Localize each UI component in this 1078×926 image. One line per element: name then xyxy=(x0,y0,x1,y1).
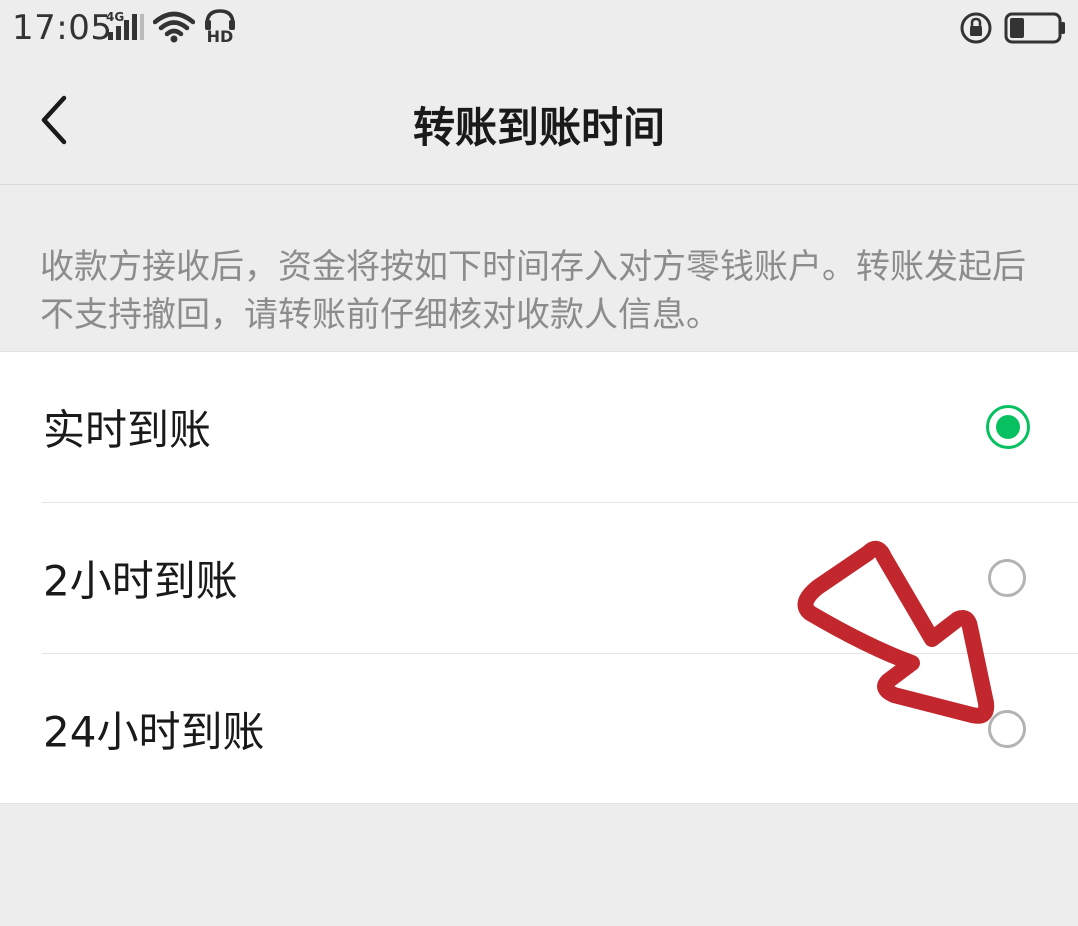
option-label: 2小时到账 xyxy=(43,556,238,606)
option-2-hours[interactable]: 2小时到账 xyxy=(0,503,1078,653)
radio-unselected-icon[interactable] xyxy=(988,559,1026,597)
option-label: 24小时到账 xyxy=(43,707,265,757)
option-realtime[interactable]: 实时到账 xyxy=(0,352,1078,502)
option-label: 实时到账 xyxy=(43,405,212,455)
option-24-hours[interactable]: 24小时到账 xyxy=(0,654,1078,804)
radio-selected-icon[interactable] xyxy=(986,405,1030,449)
status-time: 17:05 xyxy=(12,8,113,48)
svg-text:HD: HD xyxy=(207,27,234,44)
battery-icon xyxy=(1004,12,1065,44)
radio-unselected-icon[interactable] xyxy=(988,710,1026,748)
signal-4g-icon: 4G xyxy=(106,10,146,44)
page-title: 转账到账时间 xyxy=(412,103,665,152)
status-bar: 17:05 4G HD xyxy=(0,0,1078,56)
rotation-lock-icon xyxy=(960,12,992,44)
description-text: 收款方接收后，资金将按如下时间存入对方零钱账户。转账发起后不支持撤回，请转账前仔… xyxy=(40,247,1026,335)
options-list: 实时到账 2小时到账 24小时到账 xyxy=(0,351,1078,804)
navigation-bar: 转账到账时间 xyxy=(0,56,1078,185)
wifi-icon xyxy=(153,11,195,43)
hd-icon: HD xyxy=(205,9,235,44)
